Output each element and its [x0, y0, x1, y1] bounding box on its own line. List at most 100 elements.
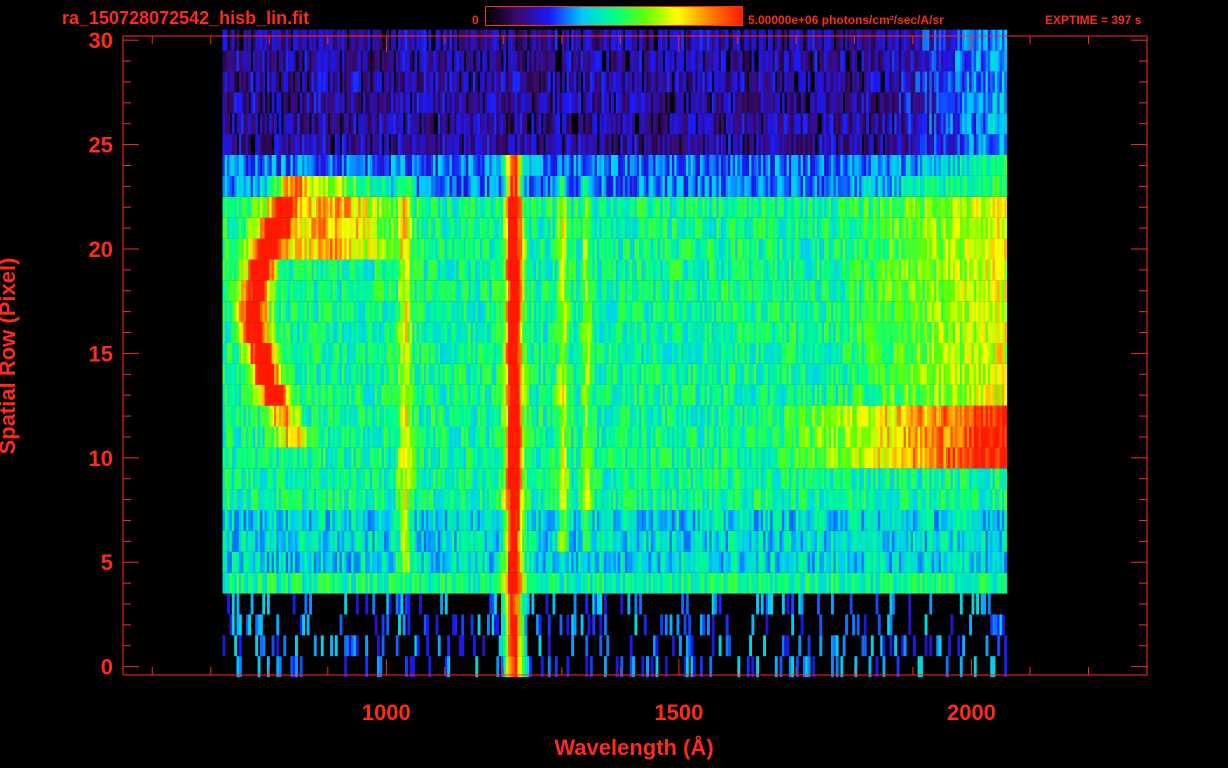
heatmap-cell — [711, 614, 715, 636]
heatmap-cell — [992, 656, 996, 678]
heatmap-cell — [304, 593, 308, 615]
heatmap-cell — [585, 635, 589, 657]
heatmap-cell — [800, 614, 804, 636]
heatmap-cell — [875, 593, 879, 615]
heatmap-cell — [749, 635, 752, 657]
heatmap-cell — [271, 635, 275, 657]
heatmap-cell — [395, 635, 399, 657]
heatmap-cell — [566, 614, 570, 636]
heatmap-cell — [763, 635, 766, 657]
heatmap-cell — [447, 635, 451, 657]
heatmap-cell — [461, 614, 465, 636]
heatmap-cell — [781, 593, 785, 615]
heatmap-cell — [440, 593, 443, 615]
heatmap-cell — [760, 593, 764, 615]
heatmap-cell — [678, 635, 682, 657]
heatmap-cell — [1004, 405, 1008, 427]
heatmap-cell — [702, 614, 706, 636]
heatmap-cell — [238, 614, 242, 636]
heatmap-cell — [334, 635, 338, 657]
heatmap-cell — [365, 593, 369, 615]
heatmap-cell — [283, 635, 287, 657]
heatmap-cell — [835, 635, 839, 657]
heatmap-cell — [660, 614, 664, 636]
heatmap-cell — [868, 656, 872, 678]
heatmap-cell — [416, 635, 420, 657]
heatmap-cell — [545, 593, 549, 615]
heatmap-cell — [606, 635, 610, 657]
heatmap-cell — [807, 635, 811, 657]
heatmap-cell — [685, 593, 689, 615]
heatmap-cell — [671, 635, 675, 657]
heatmap-cell — [259, 614, 263, 636]
heatmap-cell — [407, 593, 411, 615]
heatmap-cell — [599, 614, 603, 636]
heatmap-cell — [526, 593, 530, 615]
heatmap-cell — [948, 635, 951, 657]
heatmap-cell — [477, 614, 481, 636]
heatmap-cell — [238, 656, 242, 678]
heatmap-cell — [339, 614, 343, 636]
heatmap-cell — [903, 635, 907, 657]
heatmap-cell — [236, 593, 240, 615]
heatmap-cell — [819, 614, 823, 636]
heatmap-cell — [238, 635, 242, 657]
heatmap-cell — [531, 593, 535, 615]
heatmap-cell — [629, 635, 633, 657]
heatmap-cell — [444, 593, 448, 615]
heatmap-cell — [302, 614, 305, 636]
heatmap-cell — [973, 656, 977, 678]
heatmap-cell — [877, 614, 881, 636]
heatmap-cell — [589, 656, 593, 678]
heatmap-cell — [725, 614, 729, 636]
heatmap-cell — [615, 656, 619, 678]
heatmap-cell — [599, 635, 603, 657]
heatmap-cell — [419, 593, 422, 615]
heatmap-cell — [330, 635, 333, 657]
heatmap-cell — [309, 593, 312, 615]
heatmap-cell — [1004, 510, 1008, 531]
heatmap-cell — [355, 593, 359, 615]
heatmap-cell — [756, 656, 759, 678]
heatmap-cell — [692, 656, 696, 678]
heatmap-cell — [313, 635, 317, 657]
spectrum-heatmap: 1000 1500 2000051015202530 — [89, 28, 1148, 725]
heatmap-cell — [908, 593, 912, 615]
heatmap-cell — [969, 614, 972, 636]
heatmap-cell — [807, 656, 811, 678]
heatmap-cell — [257, 656, 261, 678]
heatmap-cell — [255, 635, 259, 657]
heatmap-cell — [295, 656, 298, 678]
heatmap-cell — [912, 635, 916, 657]
heatmap-cell — [470, 614, 474, 636]
heatmap-cell — [770, 593, 774, 615]
heatmap-cell — [262, 593, 266, 615]
heatmap-cell — [405, 656, 408, 678]
heatmap-cell — [791, 614, 795, 636]
heatmap-cell — [791, 593, 795, 615]
heatmap-cell — [634, 593, 638, 615]
heatmap-cell — [870, 635, 874, 657]
heatmap-cell — [1004, 384, 1008, 406]
heatmap-cell — [676, 614, 680, 636]
heatmap-cell — [262, 635, 266, 657]
heatmap-cell — [587, 614, 591, 636]
heatmap-cell — [547, 614, 551, 636]
heatmap-cell — [882, 656, 886, 678]
heatmap-cell — [971, 593, 975, 615]
heatmap-cell — [831, 593, 834, 615]
heatmap-cell — [650, 656, 654, 678]
heatmap-cell — [374, 614, 378, 636]
heatmap-cell — [248, 614, 252, 636]
heatmap-cell — [983, 593, 987, 615]
heatmap-cell — [690, 635, 694, 657]
heatmap-cell — [388, 593, 392, 615]
heatmap-cell — [540, 656, 544, 678]
heatmap-cell — [222, 635, 226, 657]
heatmap-cell — [475, 656, 479, 678]
heatmap-cell — [295, 635, 298, 657]
heatmap-cell — [756, 593, 759, 615]
heatmap-cell — [997, 635, 1001, 657]
heatmap-cell — [365, 635, 369, 657]
heatmap-cell — [929, 635, 933, 657]
